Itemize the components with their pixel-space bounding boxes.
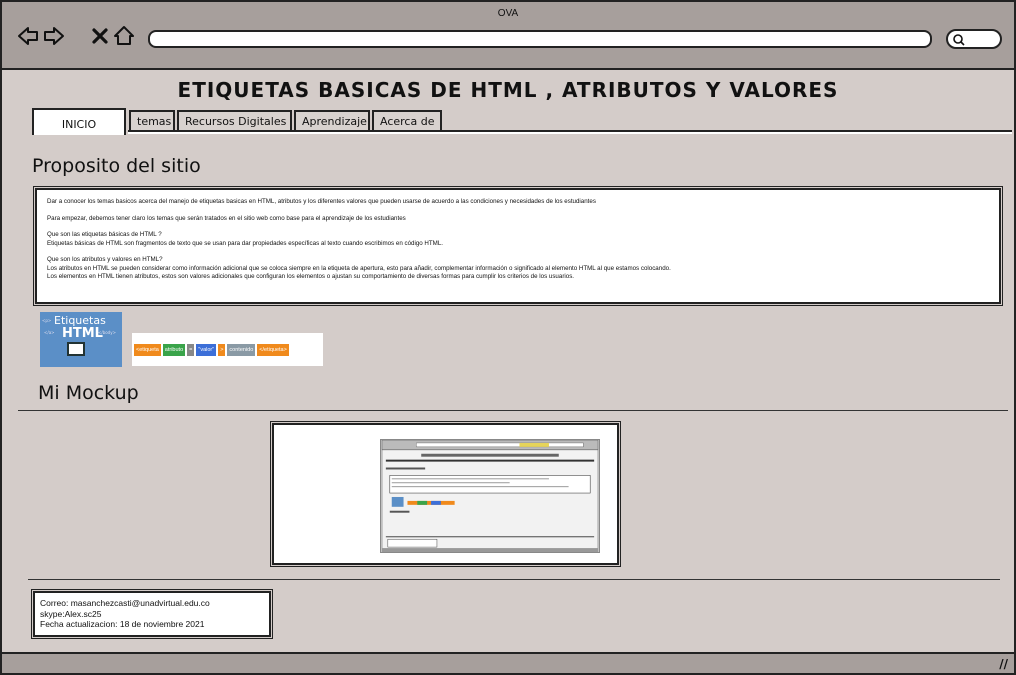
paragraph: Que son las etiquetas básicas de HTML ? — [47, 231, 162, 238]
mockup-image-frame — [270, 421, 621, 567]
status-bar: // — [2, 652, 1014, 673]
html-syntax-image: <etiqueta atributo = "valor" > contenido… — [132, 333, 323, 366]
etiquetas-html-image: <p> Etiquetas </a> HTML </body> — [40, 312, 122, 367]
divider — [18, 410, 1008, 411]
image-text: HTML — [62, 326, 103, 341]
syntax-token: atributo — [162, 343, 186, 356]
monitor-icon — [67, 342, 85, 356]
paragraph: Etiquetas básicas de HTML son fragmentos… — [47, 239, 443, 247]
paragraph: Para empezar, debemos tener claro los te… — [47, 214, 406, 222]
tab-temas[interactable]: temas — [129, 110, 175, 132]
section-title-mockup: Mi Mockup — [38, 382, 139, 404]
mockup-thumbnail — [380, 439, 600, 553]
window-title: OVA — [497, 8, 519, 19]
syntax-token: <etiqueta — [134, 343, 161, 356]
tab-recursos-digitales[interactable]: Recursos Digitales — [177, 110, 292, 132]
search-icon — [953, 34, 965, 46]
home-icon[interactable] — [112, 24, 136, 48]
browser-window: OVA ETIQUETAS BASICAS DE HTML , ATRIBUTO… — [0, 0, 1016, 675]
syntax-token: contenido — [227, 343, 256, 356]
back-arrow-icon[interactable] — [16, 24, 40, 48]
paragraph: Los atributos en HTML se pueden consider… — [47, 264, 671, 272]
section-title-proposito: Proposito del sitio — [32, 155, 201, 177]
tab-underline — [128, 130, 1012, 134]
tab-acerca-de[interactable]: Acerca de — [372, 110, 442, 132]
footer-contact-box: Correo: masanchezcasti@unadvirtual.edu.c… — [31, 589, 273, 639]
paragraph: Dar a conocer los temas basicos acerca d… — [47, 198, 596, 205]
tab-inicio[interactable]: INICIO — [32, 108, 126, 135]
close-icon[interactable] — [88, 24, 112, 48]
title-bar: OVA — [2, 2, 1014, 70]
page-title: ETIQUETAS BASICAS DE HTML , ATRIBUTOS Y … — [177, 78, 839, 102]
search-box[interactable] — [946, 29, 1002, 49]
syntax-token: > — [218, 343, 226, 356]
forward-arrow-icon[interactable] — [42, 24, 66, 48]
syntax-token: </etiqueta> — [257, 343, 289, 356]
footer-email: Correo: masanchezcasti@unadvirtual.edu.c… — [40, 598, 210, 608]
tab-aprendizaje[interactable]: Aprendizaje — [294, 110, 370, 132]
syntax-token: = — [187, 343, 195, 356]
address-bar[interactable] — [148, 30, 932, 48]
paragraph: Que son los atributos y valores en HTML? — [47, 256, 163, 263]
resize-grip-icon[interactable]: // — [999, 657, 1008, 671]
syntax-token: "valor" — [196, 343, 217, 356]
footer-skype: skype:Alex.sc25 — [40, 608, 102, 619]
proposito-text-box: Dar a conocer los temas basicos acerca d… — [33, 186, 1003, 306]
divider — [28, 579, 1000, 580]
footer-update-date: Fecha actualizacion: 18 de noviembre 202… — [40, 619, 205, 629]
paragraph: Los elementos en HTML tienen atributos, … — [47, 273, 575, 280]
